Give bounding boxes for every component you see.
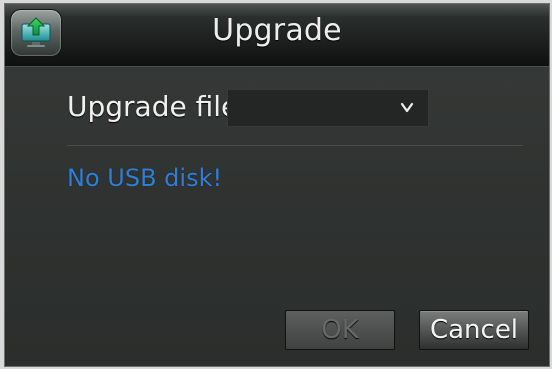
form-divider (67, 145, 523, 146)
upgrade-file-dropdown[interactable] (227, 89, 429, 127)
chevron-down-icon (400, 102, 414, 113)
title-bar: Upgrade (5, 4, 549, 67)
ok-button[interactable]: OK (285, 310, 395, 350)
upgrade-dialog: Upgrade Upgrade file No USB disk! OK Can… (4, 3, 550, 367)
upgrade-file-label: Upgrade file (67, 90, 239, 123)
usb-status-message: No USB disk! (67, 164, 223, 192)
dialog-content: Upgrade file No USB disk! OK Cancel (5, 67, 549, 366)
cancel-button[interactable]: Cancel (419, 310, 529, 350)
dialog-title: Upgrade (212, 13, 342, 48)
